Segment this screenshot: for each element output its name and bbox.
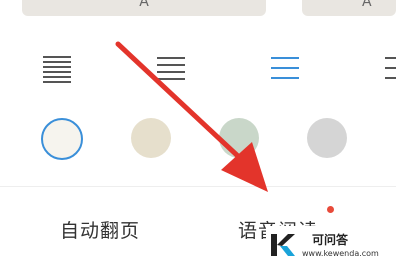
font-size-label: A: [139, 0, 149, 10]
watermark-url: www.kewenda.com: [302, 249, 379, 258]
background-swatch-gray[interactable]: [307, 118, 347, 158]
background-swatch-white[interactable]: [41, 118, 83, 160]
divider: [0, 186, 396, 187]
line-spacing-loose-icon[interactable]: [270, 54, 300, 84]
watermark-title: 可问答: [312, 233, 349, 247]
auto-page-turn-button[interactable]: 自动翻页: [60, 220, 140, 242]
line-spacing-medium-icon[interactable]: [156, 54, 186, 84]
k-logo-icon: [271, 234, 295, 256]
background-swatch-green[interactable]: [219, 118, 259, 158]
font-size-label: A: [362, 0, 372, 10]
font-size-button-1[interactable]: A: [22, 0, 266, 16]
font-size-button-2[interactable]: A: [302, 0, 396, 16]
background-swatch-beige[interactable]: [131, 118, 171, 158]
notification-dot: [327, 206, 334, 213]
line-spacing-dense-icon[interactable]: [42, 54, 72, 84]
watermark: 可问答 www.kewenda.com: [266, 226, 396, 264]
line-spacing-extra-icon[interactable]: [384, 54, 396, 84]
